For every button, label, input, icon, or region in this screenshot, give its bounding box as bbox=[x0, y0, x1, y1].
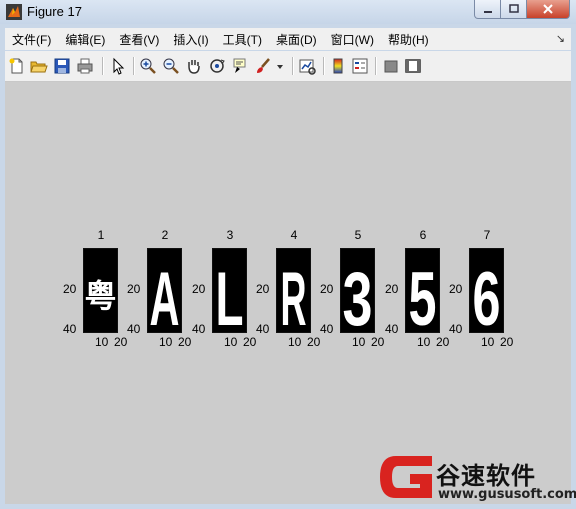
xtick-20: 20 bbox=[371, 335, 385, 349]
menu-desktop[interactable]: 桌面(D) bbox=[269, 31, 324, 48]
subplot-title-6: 6 bbox=[419, 228, 427, 242]
xtick-20: 20 bbox=[500, 335, 514, 349]
subplot-image-6[interactable]: 5 bbox=[405, 248, 440, 333]
save-icon[interactable] bbox=[53, 57, 71, 75]
figure-canvas[interactable]: 1 粤 20 40 10 20 2 A 20 40 10 20 3 L 20 4… bbox=[5, 82, 571, 504]
ytick-20: 20 bbox=[320, 282, 334, 296]
subplot-title-5: 5 bbox=[354, 228, 362, 242]
menu-insert[interactable]: 插入(I) bbox=[166, 31, 215, 48]
matlab-figure-window: Figure 17 文件(F) 编辑(E) 查看(V) 插入(I) 工具(T) … bbox=[0, 0, 576, 509]
ytick-20: 20 bbox=[63, 282, 77, 296]
glyph-7: 6 bbox=[473, 257, 501, 332]
ytick-40: 40 bbox=[192, 322, 206, 336]
ytick-20: 20 bbox=[385, 282, 399, 296]
brush-icon[interactable] bbox=[254, 57, 272, 75]
menu-tools[interactable]: 工具(T) bbox=[216, 31, 269, 48]
watermark-url: www.gususoft.com bbox=[438, 487, 576, 502]
subplot-image-2[interactable]: A bbox=[147, 248, 182, 333]
minimize-button[interactable] bbox=[474, 0, 501, 19]
maximize-button[interactable] bbox=[501, 0, 527, 19]
rotate-3d-icon[interactable] bbox=[208, 57, 226, 75]
subplot-title-7: 7 bbox=[483, 228, 491, 242]
menu-file[interactable]: 文件(F) bbox=[5, 31, 58, 48]
matlab-logo-icon bbox=[6, 4, 22, 20]
subplot-title-3: 3 bbox=[226, 228, 234, 242]
pan-hand-icon[interactable] bbox=[185, 57, 203, 75]
new-figure-icon[interactable] bbox=[8, 57, 26, 75]
ytick-20: 20 bbox=[192, 282, 206, 296]
xtick-20: 20 bbox=[114, 335, 128, 349]
character-image-3: L bbox=[216, 257, 244, 332]
show-plot-tools-icon[interactable] bbox=[404, 57, 422, 75]
xtick-10: 10 bbox=[95, 335, 109, 349]
xtick-20: 20 bbox=[307, 335, 321, 349]
menu-view[interactable]: 查看(V) bbox=[112, 31, 166, 48]
ytick-40: 40 bbox=[63, 322, 77, 336]
character-image-1: 粤 bbox=[84, 277, 116, 315]
maximize-icon bbox=[508, 4, 519, 13]
hide-plot-tools-icon[interactable] bbox=[382, 57, 400, 75]
xtick-10: 10 bbox=[224, 335, 238, 349]
glyph-2: A bbox=[150, 257, 180, 332]
menubar-dock-arrow-icon[interactable]: ↘ bbox=[556, 32, 565, 45]
subplot-image-4[interactable]: R bbox=[276, 248, 311, 333]
zoom-in-icon[interactable] bbox=[139, 57, 157, 75]
menu-edit[interactable]: 编辑(E) bbox=[58, 31, 112, 48]
ytick-40: 40 bbox=[127, 322, 141, 336]
title-bar[interactable]: Figure 17 bbox=[0, 0, 576, 24]
figure-toolbar bbox=[5, 51, 571, 82]
xtick-10: 10 bbox=[417, 335, 431, 349]
menu-bar: 文件(F) 编辑(E) 查看(V) 插入(I) 工具(T) 桌面(D) 窗口(W… bbox=[5, 28, 571, 50]
glyph-6: 5 bbox=[409, 257, 437, 332]
xtick-20: 20 bbox=[243, 335, 257, 349]
glyph-4: R bbox=[281, 257, 307, 332]
character-image-6: 5 bbox=[409, 257, 437, 332]
xtick-10: 10 bbox=[481, 335, 495, 349]
open-file-icon[interactable] bbox=[30, 57, 48, 75]
subplot-title-2: 2 bbox=[161, 228, 169, 242]
glyph-5: 3 bbox=[343, 257, 373, 332]
character-image-5: 3 bbox=[343, 257, 373, 332]
xtick-20: 20 bbox=[178, 335, 192, 349]
character-image-7: 6 bbox=[473, 257, 501, 332]
legend-icon[interactable] bbox=[351, 57, 369, 75]
data-cursor-icon[interactable] bbox=[231, 57, 249, 75]
character-image-2: A bbox=[150, 257, 180, 332]
subplot-title-4: 4 bbox=[290, 228, 298, 242]
menu-window[interactable]: 窗口(W) bbox=[324, 31, 381, 48]
ytick-20: 20 bbox=[256, 282, 270, 296]
ytick-40: 40 bbox=[320, 322, 334, 336]
character-image-4: R bbox=[281, 257, 307, 332]
print-icon[interactable] bbox=[76, 57, 94, 75]
ytick-40: 40 bbox=[256, 322, 270, 336]
xtick-10: 10 bbox=[352, 335, 366, 349]
colorbar-icon[interactable] bbox=[329, 57, 347, 75]
subplot-image-5[interactable]: 3 bbox=[340, 248, 375, 333]
xtick-10: 10 bbox=[288, 335, 302, 349]
subplot-image-3[interactable]: L bbox=[212, 248, 247, 333]
zoom-out-icon[interactable] bbox=[162, 57, 180, 75]
glyph-3: L bbox=[216, 257, 244, 332]
ytick-40: 40 bbox=[385, 322, 399, 336]
ytick-40: 40 bbox=[449, 322, 463, 336]
subplot-image-1[interactable]: 粤 bbox=[83, 248, 118, 333]
minimize-icon bbox=[483, 11, 492, 13]
subplot-title-1: 1 bbox=[97, 228, 105, 242]
edit-plot-arrow-icon[interactable] bbox=[109, 57, 127, 75]
link-plot-icon[interactable] bbox=[298, 57, 316, 75]
ytick-20: 20 bbox=[449, 282, 463, 296]
brush-dropdown-icon[interactable] bbox=[275, 57, 285, 75]
window-title: Figure 17 bbox=[27, 4, 82, 19]
xtick-10: 10 bbox=[159, 335, 173, 349]
watermark-name: 谷速软件 bbox=[436, 462, 536, 490]
close-icon bbox=[543, 4, 553, 14]
subplot-image-7[interactable]: 6 bbox=[469, 248, 504, 333]
close-button[interactable] bbox=[527, 0, 570, 19]
glyph-1: 粤 bbox=[84, 277, 116, 315]
menu-help[interactable]: 帮助(H) bbox=[381, 31, 436, 48]
ytick-20: 20 bbox=[127, 282, 141, 296]
xtick-20: 20 bbox=[436, 335, 450, 349]
